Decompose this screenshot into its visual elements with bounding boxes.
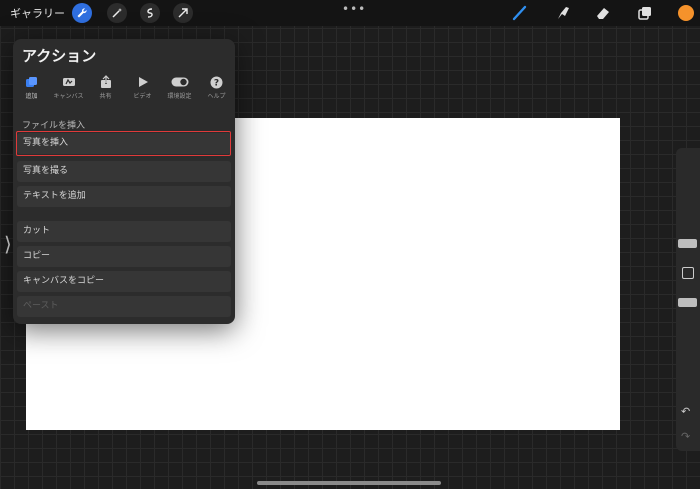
selection-icon — [147, 8, 153, 18]
eraser-icon — [597, 8, 609, 19]
help-icon: ? — [210, 76, 223, 88]
brush-icon — [512, 5, 527, 21]
color-swatch-button[interactable] — [678, 5, 694, 21]
tab-canvas[interactable]: キャンバス — [52, 75, 86, 103]
selection-button[interactable] — [140, 3, 160, 23]
highlight-box — [16, 131, 231, 156]
share-icon — [100, 75, 111, 88]
magic-wand-icon — [112, 8, 122, 18]
undo-icon[interactable]: ↶ — [681, 405, 690, 418]
panel-title: アクション — [22, 47, 97, 65]
add-text-item[interactable]: テキストを追加 — [17, 186, 231, 207]
chevron-right-icon[interactable]: ⟩ — [4, 232, 12, 256]
svg-text:?: ? — [214, 78, 219, 88]
tab-label: キャンバス — [53, 93, 84, 100]
transform-icon — [178, 8, 188, 18]
actions-wrench-button[interactable] — [72, 3, 92, 23]
layers-button[interactable] — [636, 4, 654, 22]
actions-panel: アクション 追加 キャンバス 共有 ビデオ 環境設定 ? ヘルプ ファイルを挿入… — [13, 39, 235, 324]
copy-canvas-item[interactable]: キャンバスをコピー — [17, 271, 231, 292]
take-photo-item[interactable]: 写真を撮る — [17, 161, 231, 182]
redo-icon[interactable]: ↷ — [681, 430, 690, 443]
tab-label: ヘルプ — [207, 93, 226, 100]
tab-add[interactable]: 追加 — [15, 75, 49, 103]
smudge-button[interactable] — [554, 4, 572, 22]
eraser-button[interactable] — [594, 4, 612, 22]
tab-share[interactable]: 共有 — [89, 75, 123, 103]
paste-item: ペースト — [17, 296, 231, 317]
brush-sidebar: ↶ ↷ — [676, 148, 700, 451]
more-options-button[interactable]: ••• — [342, 2, 366, 16]
canvas-icon — [62, 78, 75, 86]
tab-label: 環境設定 — [167, 93, 192, 100]
tab-help[interactable]: ? ヘルプ — [200, 75, 234, 103]
adjustments-button[interactable] — [107, 3, 127, 23]
tab-label: 追加 — [25, 93, 38, 100]
toggle-icon — [171, 77, 188, 87]
video-play-icon — [138, 77, 148, 87]
top-toolbar: ギャラリー ••• — [0, 0, 700, 26]
tab-video[interactable]: ビデオ — [126, 75, 160, 103]
actions-tabs: 追加 キャンバス 共有 ビデオ 環境設定 ? ヘルプ — [13, 75, 235, 103]
tab-label: 共有 — [99, 93, 112, 100]
brush-size-slider[interactable] — [678, 239, 697, 248]
transform-button[interactable] — [173, 3, 193, 23]
brush-button[interactable] — [511, 4, 529, 22]
wrench-icon — [77, 8, 87, 18]
insert-file-item[interactable]: ファイルを挿入 — [22, 118, 85, 131]
layers-icon — [638, 7, 651, 20]
home-indicator — [257, 481, 441, 485]
add-icon — [26, 76, 37, 87]
smudge-icon — [558, 7, 569, 19]
cut-item[interactable]: カット — [17, 221, 231, 242]
modifier-button[interactable] — [682, 267, 694, 279]
brush-opacity-slider[interactable] — [678, 298, 697, 307]
copy-item[interactable]: コピー — [17, 246, 231, 267]
tab-label: ビデオ — [133, 93, 152, 100]
gallery-button[interactable]: ギャラリー — [10, 5, 65, 21]
tab-preferences[interactable]: 環境設定 — [163, 75, 197, 103]
